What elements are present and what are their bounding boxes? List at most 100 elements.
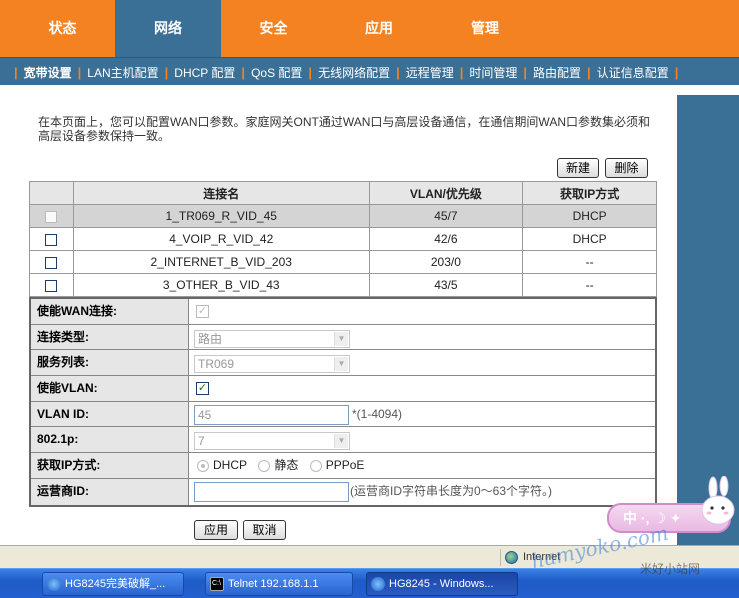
row-checkbox[interactable] [45,233,58,246]
select-column-header [29,181,74,205]
tab-network[interactable]: 网络 [115,0,221,57]
wan-settings-form: 使能WAN连接: ✓ 连接类型: 路由 ▼ 服务列表: TR069 ▼ 使能VLAN… [29,297,657,507]
wan-connection-table: 连接名 VLAN/优先级 获取IP方式 1_TR069_R_VID_45 45/… [29,181,657,297]
ip-mode-label: 获取IP方式: [31,453,189,478]
dot1p-value: 7 [198,434,205,449]
taskbar-item-label: HG8245 - Windows... [389,578,494,590]
enable-wan-label: 使能WAN连接: [31,299,189,324]
ip-mode-radio-static[interactable] [258,459,271,472]
isp-id-hint: (运营商ID字符串长度为0～63个字符。) [350,483,553,498]
form-row-enable-wan: 使能WAN连接: ✓ [31,299,655,325]
service-list-value: TR069 [198,357,235,372]
taskbar-item-label: HG8245完美破解_... [65,578,166,590]
subtab-lan-host[interactable]: LAN主机配置 [81,64,164,81]
nav-separator: | [674,64,679,80]
form-row-enable-vlan: 使能VLAN: ✓ [31,376,655,402]
form-row-service-list: 服务列表: TR069 ▼ [31,350,655,377]
tab-application[interactable]: 应用 [326,0,432,57]
cell-ip-mode: DHCP [522,227,657,251]
cell-vlan: 45/7 [368,204,524,228]
chevron-down-icon: ▼ [334,357,348,372]
column-header-ip-mode: 获取IP方式 [522,181,657,205]
ip-mode-radio-dhcp[interactable] [197,459,209,472]
ie-icon [371,577,385,591]
row-checkbox[interactable] [45,279,58,292]
cancel-button[interactable]: 取消 [243,520,286,540]
service-list-label: 服务列表: [31,350,189,376]
dot1p-select[interactable]: 7 ▼ [194,432,350,451]
form-row-vlan-id: VLAN ID: 45 *(1-4094) [31,401,655,428]
chevron-down-icon: ▼ [334,331,348,346]
cell-ip-mode: -- [522,250,657,274]
table-row[interactable]: 2_INTERNET_B_VID_203 203/0 -- [29,250,657,274]
subtab-wireless[interactable]: 无线网络配置 [312,64,396,81]
cell-connection-name: 2_INTERNET_B_VID_203 [72,250,370,274]
form-row-ip-mode: 获取IP方式: DHCP 静态 PPPoE [31,453,655,479]
ime-mode-label: 中 [623,510,637,526]
vlan-id-hint: *(1-4094) [352,406,403,421]
taskbar: HG8245完美破解_... C:\ Telnet 192.168.1.1 HG8… [0,568,739,598]
dot1p-label: 802.1p: [31,427,189,453]
table-row[interactable]: 3_OTHER_B_VID_43 43/5 -- [29,273,657,297]
enable-vlan-label: 使能VLAN: [31,376,189,401]
enable-wan-checkbox[interactable]: ✓ [196,305,209,318]
sub-nav: | 宽带设置 | LAN主机配置 | DHCP 配置 | QoS 配置 | 无线… [0,57,739,85]
taskbar-item[interactable]: HG8245完美破解_... [42,572,184,596]
subtab-time[interactable]: 时间管理 [463,64,523,81]
vlan-id-input[interactable]: 45 [194,404,349,425]
top-nav: 状态 网络 安全 应用 管理 [0,0,739,57]
form-row-dot1p: 802.1p: 7 ▼ [31,427,655,454]
conn-type-value: 路由 [198,331,223,346]
delete-button[interactable]: 删除 [605,158,648,178]
form-row-isp-id: 运营商ID: (运营商ID字符串长度为0～63个字符。) [31,478,655,505]
cell-vlan: 43/5 [368,273,524,297]
cell-ip-mode: -- [522,273,657,297]
conn-type-label: 连接类型: [31,324,189,350]
isp-id-input[interactable] [194,481,349,502]
tab-security[interactable]: 安全 [221,0,326,57]
cell-connection-name: 4_VOIP_R_VID_42 [72,227,370,251]
enable-vlan-checkbox[interactable]: ✓ [196,382,209,396]
cmd-icon: C:\ [210,577,224,591]
tray-text: 米好小站网 [640,562,701,576]
page-description: 在本页面上，您可以配置WAN口参数。家庭网关ONT通过WAN口与高层设备通信，在… [38,115,650,143]
ip-mode-option-label: DHCP [213,458,248,473]
column-header-vlan: VLAN/优先级 [368,181,524,205]
row-checkbox[interactable] [45,256,58,269]
ip-mode-radio-group: DHCP 静态 PPPoE [197,453,372,478]
vlan-id-label: VLAN ID: [31,401,189,427]
new-button[interactable]: 新建 [557,158,599,178]
cell-vlan: 203/0 [368,250,524,274]
chevron-down-icon: ▼ [334,434,348,449]
taskbar-item[interactable]: HG8245 - Windows... [366,572,518,596]
cell-vlan: 42/6 [368,227,524,251]
subtab-remote[interactable]: 远程管理 [400,64,460,81]
subtab-routing[interactable]: 路由配置 [527,64,587,81]
ip-mode-radio-pppoe[interactable] [309,459,322,472]
cell-ip-mode: DHCP [522,204,657,228]
apply-button[interactable]: 应用 [194,520,238,540]
ie-icon [47,577,61,591]
bunny-mascot-icon [701,476,735,525]
subtab-qos[interactable]: QoS 配置 [245,64,308,81]
table-row[interactable]: 1_TR069_R_VID_45 45/7 DHCP [29,204,657,228]
tab-management[interactable]: 管理 [432,0,538,57]
table-row[interactable]: 4_VOIP_R_VID_42 42/6 DHCP [29,227,657,251]
tab-status[interactable]: 状态 [10,0,115,57]
subtab-broadband[interactable]: 宽带设置 [18,64,78,81]
row-checkbox[interactable] [45,210,58,223]
ip-mode-option-label: PPPoE [325,458,365,473]
column-header-name: 连接名 [72,181,370,205]
ip-mode-option-label: 静态 [274,458,299,473]
subtab-auth[interactable]: 认证信息配置 [591,64,675,81]
form-row-conn-type: 连接类型: 路由 ▼ [31,324,655,351]
table-header-row: 连接名 VLAN/优先级 获取IP方式 [29,181,657,205]
cell-connection-name: 3_OTHER_B_VID_43 [72,273,370,297]
conn-type-select[interactable]: 路由 ▼ [194,329,350,348]
taskbar-item[interactable]: C:\ Telnet 192.168.1.1 [205,572,353,596]
taskbar-item-label: Telnet 192.168.1.1 [228,578,319,590]
isp-id-label: 运营商ID: [31,478,189,505]
cell-connection-name: 1_TR069_R_VID_45 [72,204,370,228]
service-list-select[interactable]: TR069 ▼ [194,355,350,374]
subtab-dhcp[interactable]: DHCP 配置 [168,64,241,81]
